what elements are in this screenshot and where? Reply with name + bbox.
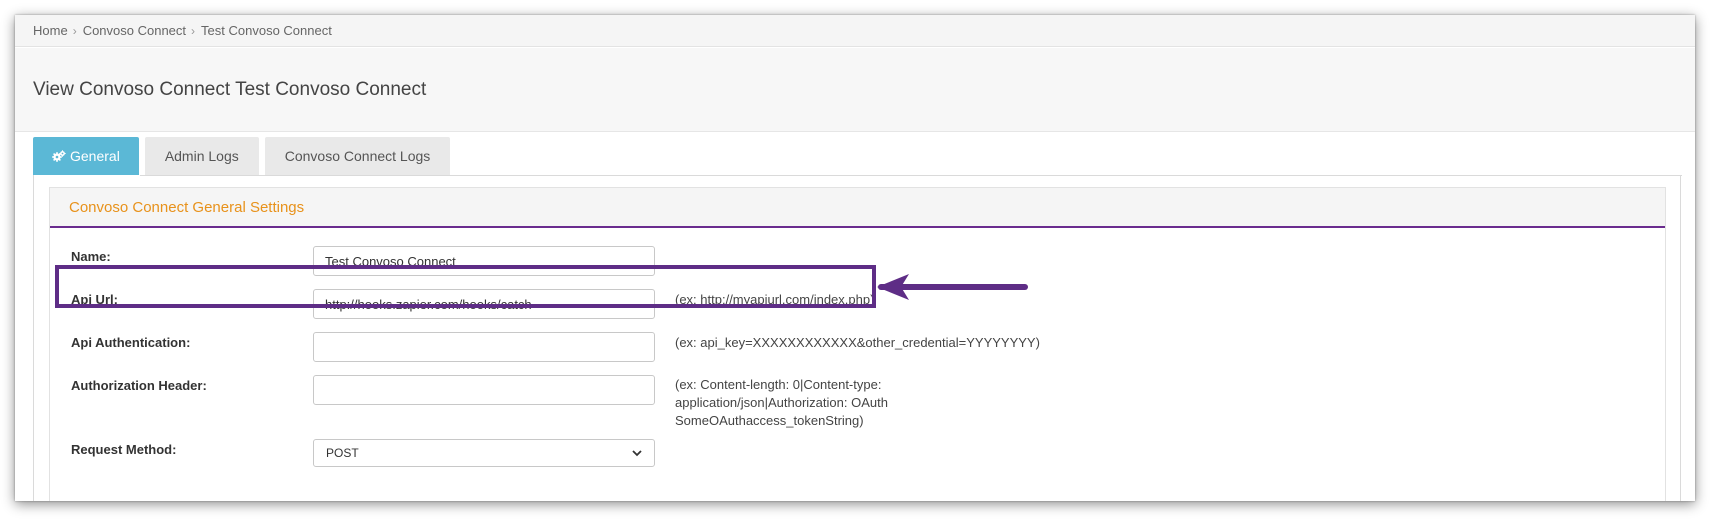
- tab-admin-logs-label: Admin Logs: [164, 148, 239, 164]
- settings-card-header: Convoso Connect General Settings: [50, 188, 1665, 228]
- tab-general[interactable]: General: [33, 137, 139, 175]
- breadcrumb: Home › Convoso Connect › Test Convoso Co…: [15, 15, 1695, 47]
- request-method-value: POST: [326, 446, 359, 460]
- breadcrumb-separator: ›: [72, 23, 77, 38]
- authorization-header-input[interactable]: [313, 375, 655, 405]
- name-label: Name:: [71, 249, 111, 264]
- api-authentication-input[interactable]: [313, 332, 655, 362]
- page-title: View Convoso Connect Test Convoso Connec…: [33, 78, 427, 100]
- tab-convoso-connect-logs[interactable]: Convoso Connect Logs: [264, 137, 451, 175]
- tab-general-label: General: [70, 148, 120, 164]
- breadcrumb-separator: ›: [191, 23, 196, 38]
- hint-line: SomeOAuthaccess_tokenString): [675, 413, 864, 428]
- request-method-label: Request Method:: [71, 442, 177, 457]
- authorization-header-hint: (ex: Content-length: 0|Content-type: app…: [675, 376, 888, 430]
- general-settings-card: Convoso Connect General Settings Name: A…: [49, 187, 1666, 501]
- chevron-down-icon: [632, 446, 642, 460]
- breadcrumb-convoso-connect[interactable]: Convoso Connect: [83, 23, 186, 38]
- tab-convoso-connect-logs-label: Convoso Connect Logs: [284, 148, 431, 164]
- breadcrumb-current: Test Convoso Connect: [201, 23, 332, 38]
- app-window: Home › Convoso Connect › Test Convoso Co…: [15, 15, 1695, 501]
- settings-card-title: Convoso Connect General Settings: [69, 198, 305, 216]
- api-authentication-label: Api Authentication:: [71, 335, 191, 350]
- api-url-highlight: [55, 265, 876, 308]
- request-method-select[interactable]: POST: [313, 439, 655, 467]
- tab-admin-logs[interactable]: Admin Logs: [144, 137, 259, 175]
- api-authentication-hint: (ex: api_key=XXXXXXXXXXXX&other_credenti…: [675, 335, 1040, 350]
- tab-bar: General Admin Logs Convoso Connect Logs: [33, 137, 456, 175]
- breadcrumb-home[interactable]: Home: [33, 23, 68, 38]
- authorization-header-label: Authorization Header:: [71, 378, 207, 393]
- divider: [140, 175, 1682, 176]
- hint-line: (ex: Content-length: 0|Content-type:: [675, 377, 882, 392]
- gears-icon: [52, 150, 66, 162]
- page-header: View Convoso Connect Test Convoso Connec…: [15, 48, 1695, 132]
- hint-line: application/json|Authorization: OAuth: [675, 395, 888, 410]
- pointer-arrow-icon: [875, 272, 1031, 307]
- general-tab-panel: Convoso Connect General Settings Name: A…: [33, 175, 1682, 501]
